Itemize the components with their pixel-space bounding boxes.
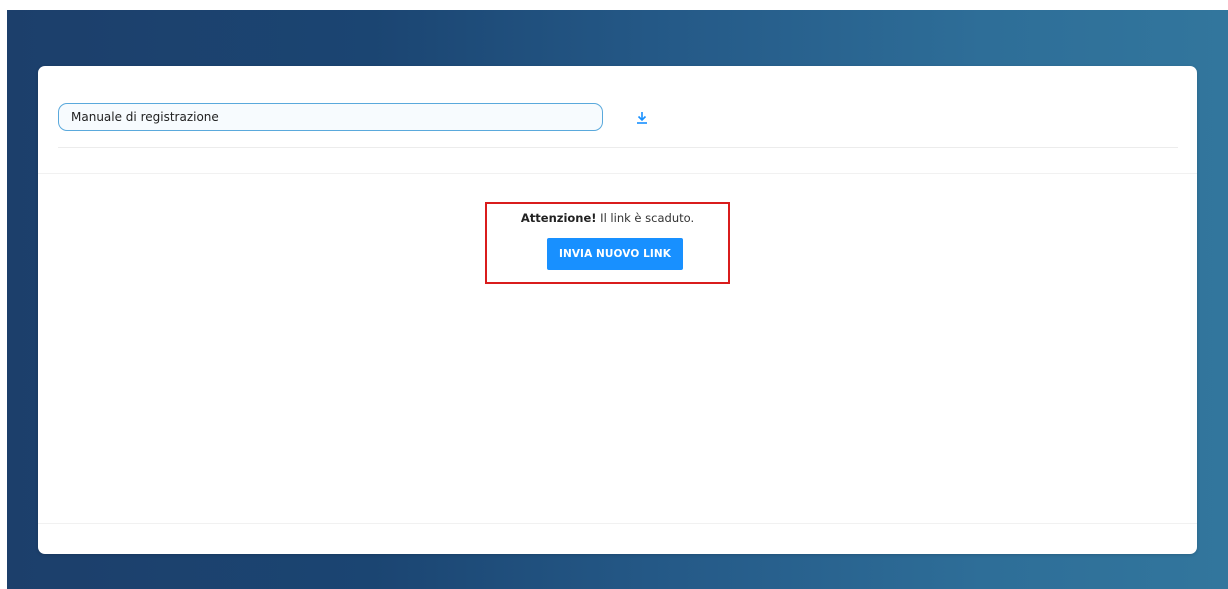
alert-strong: Attenzione! [520,211,597,225]
alert-body: Il link è scaduto. [596,211,695,225]
footer-divider [38,523,1197,524]
resend-link-button[interactable]: INVIA NUOVO LINK [547,238,683,270]
header-divider [58,147,1178,148]
section-divider [38,173,1197,174]
page-background: Manuale di registrazione Attenzione! Il … [7,10,1228,589]
document-select[interactable]: Manuale di registrazione [58,103,603,131]
alert-message: Attenzione! Il link è scaduto. [487,211,728,225]
download-icon[interactable] [633,109,651,127]
alert-highlight-box: Attenzione! Il link è scaduto. INVIA NUO… [485,202,730,284]
document-select-value: Manuale di registrazione [71,110,219,124]
main-card: Manuale di registrazione Attenzione! Il … [38,66,1197,554]
